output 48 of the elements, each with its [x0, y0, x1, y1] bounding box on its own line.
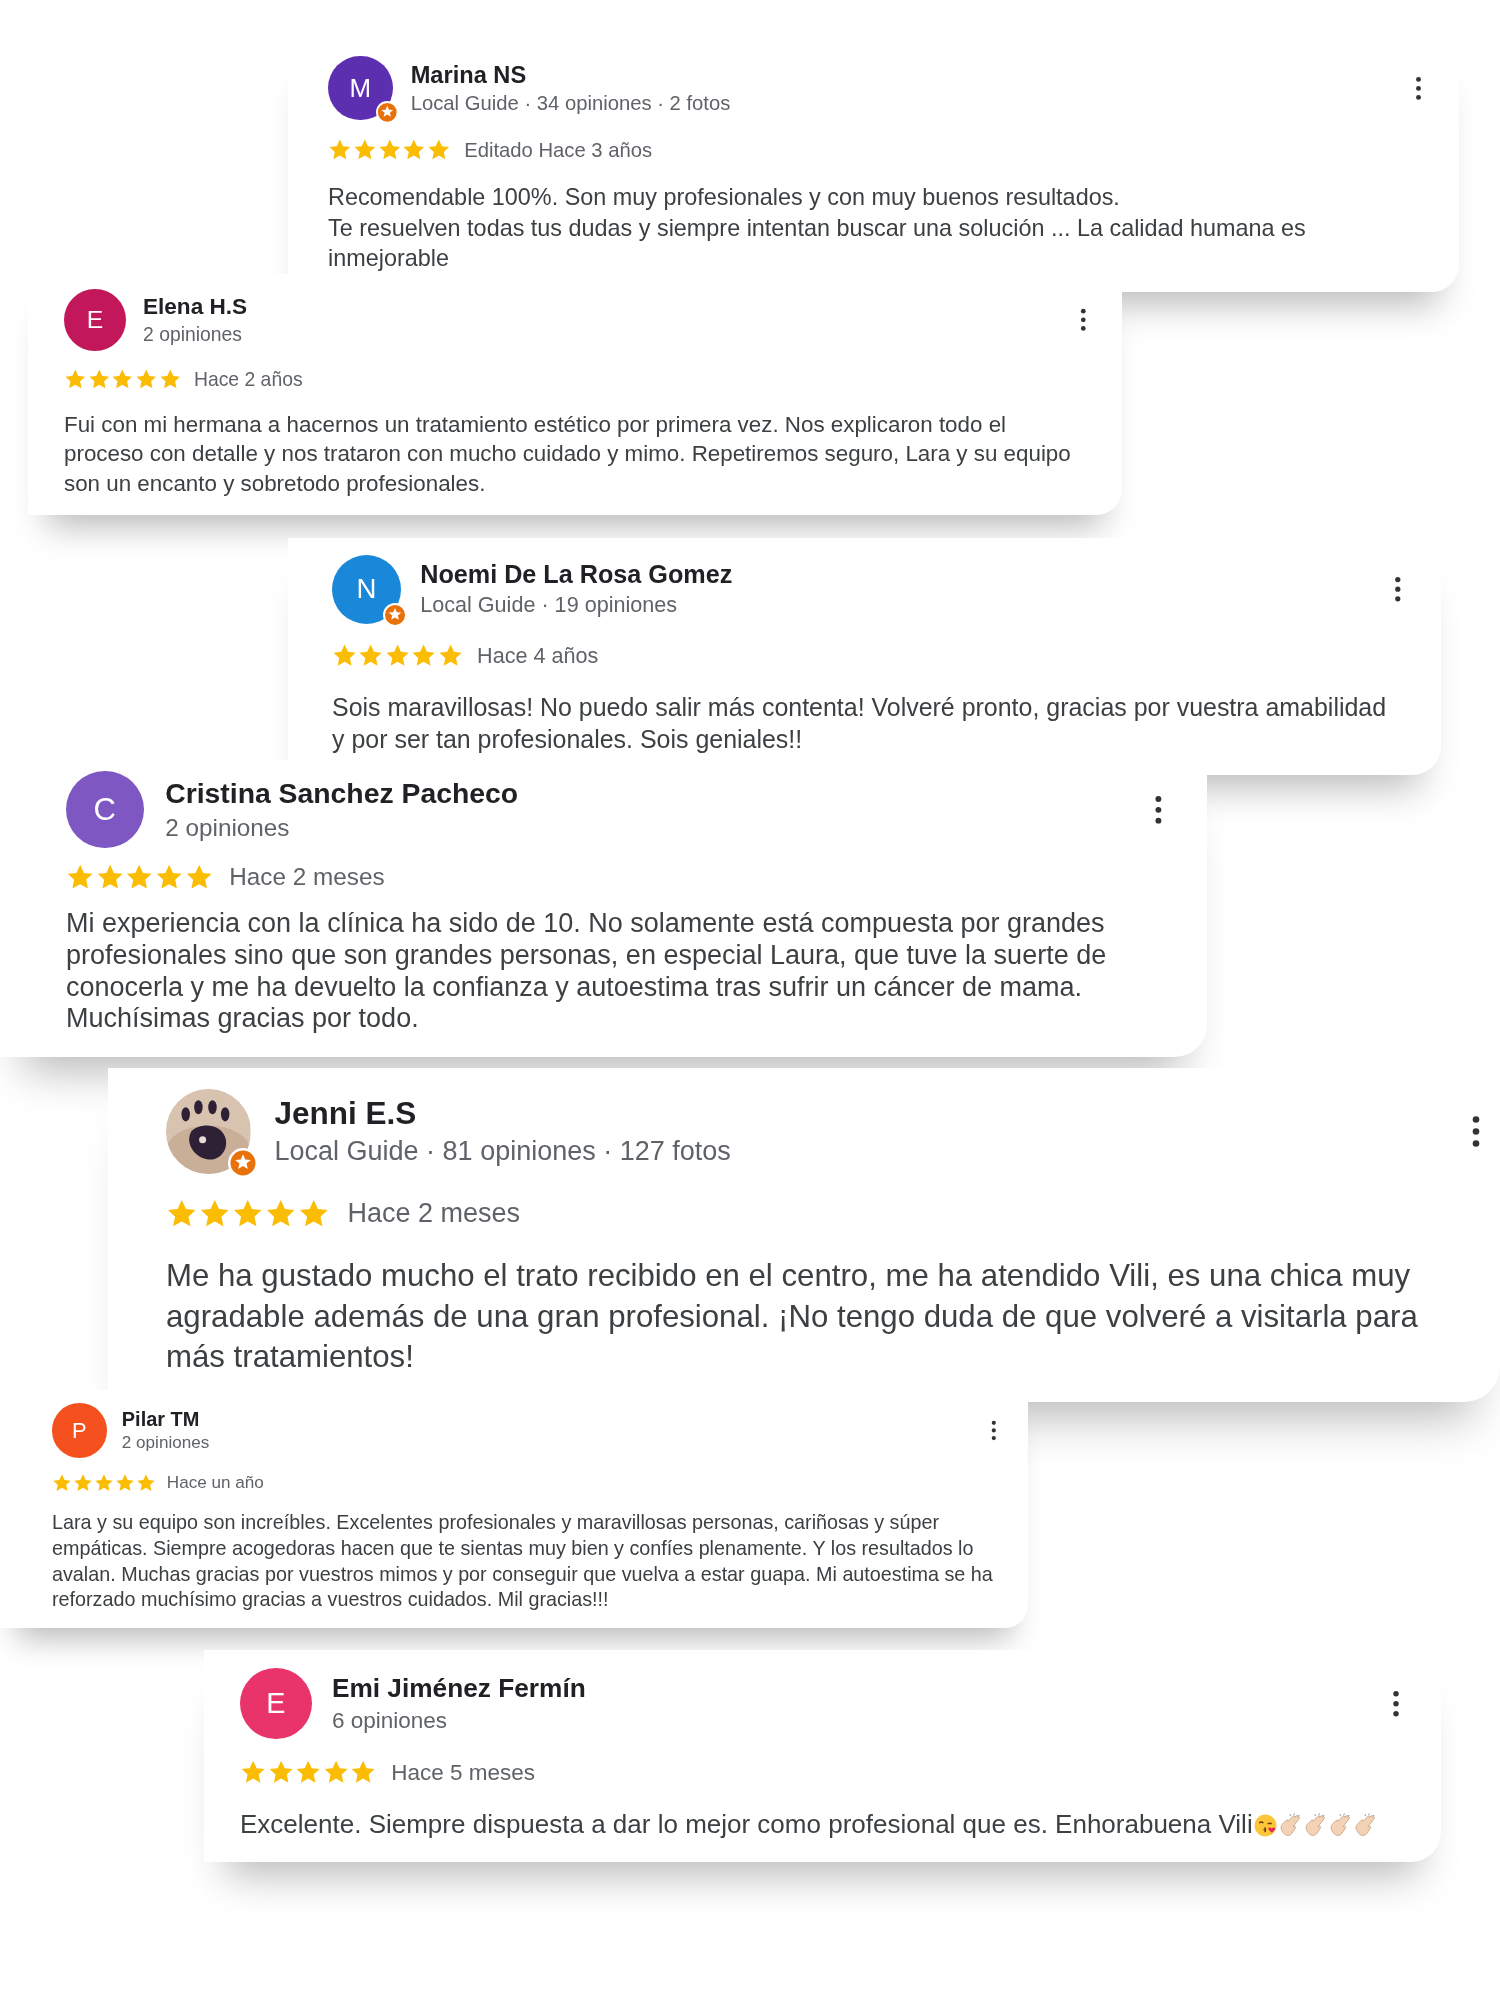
reviewer-name: Emi Jiménez Fermín [331, 1673, 587, 1705]
star-icon [111, 368, 134, 391]
more-options-icon[interactable] [1393, 576, 1403, 603]
star-icon [64, 368, 87, 391]
reviewer-name: Jenni E.S [274, 1095, 418, 1133]
review-text: Lara y su equipo son increíbles. Excelentes profesionales y maravillosas personas, cariñosas y súper empáticas. Siempre acogedoras hacen que te sientas muy bien y confíes plenamente. Y los resultados lo avalan. Muchas gracias por vuestros mimos y por conseguir que vuelva a estar guapa. Mi autoestima se ha reforzado muchísimo gracias a vuestros cuidados. Mil gracias!!! [52, 1510, 994, 1613]
reviewer-info: 2 opiniones [143, 322, 243, 346]
review-date: Hace 2 meses [347, 1197, 521, 1229]
review-text: Te resuelven todas tus dudas y siempre intentan buscar una solución ... La calidad humana es inmejorable [328, 213, 1307, 274]
review-text: Sois maravillosas! No puedo salir más contenta! Volveré pronto, gracias por vuestra amabilidad y por ser tan profesionales. Sois geniales!! [332, 691, 1388, 755]
more-options-icon[interactable] [990, 1420, 998, 1442]
reviewer-name: Marina NS [410, 61, 528, 89]
review-text: Recomendable 100%. Son muy profesionales y con muy buenos resultados. [328, 183, 1121, 213]
kissing-face-icon [1252, 1812, 1278, 1838]
avatar: M [328, 55, 393, 121]
more-options-icon[interactable] [1470, 1114, 1482, 1148]
reviewer-info: Local Guide · 19 opiniones [420, 592, 679, 619]
reviewer-info: 2 opiniones [165, 813, 291, 842]
star-icon [134, 368, 158, 391]
more-options-icon[interactable] [1153, 794, 1164, 825]
avatar: E [240, 1667, 312, 1740]
star-icon [158, 368, 182, 391]
avatar: P [52, 1403, 107, 1458]
more-options-icon[interactable] [1079, 308, 1088, 332]
reviewer-info: 2 opiniones [121, 1433, 211, 1454]
more-options-icon[interactable] [1391, 1689, 1401, 1718]
review-text: Mi experiencia con la clínica ha sido de 10. No solamente está compuesta por grandes profesionales sino que son grandes personas, en especial Laura, que tuve la suerte de conocerla y me ha devuelto la confianza y autoestima tras sufrir un cáncer de mama. Muchísimas gracias por todo. [66, 907, 1108, 1036]
avatar: N [332, 554, 401, 624]
reviewer-name: Cristina Sanchez Pacheco [165, 777, 520, 811]
reviewer-name: Pilar TM [121, 1407, 201, 1431]
avatar: E [64, 289, 126, 351]
review-date: Hace 4 años [477, 643, 599, 669]
reviewer-name: Elena H.S [143, 294, 249, 320]
more-options-icon[interactable] [1414, 75, 1423, 101]
reviewer-info: Local Guide · 81 opiniones · 127 fotos [274, 1136, 732, 1168]
reviewer-info: Local Guide · 34 opiniones · 2 fotos [410, 91, 732, 115]
review-text: Fui con mi hermana a hacernos un tratamiento estético por primera vez. Nos explicaron todo el proceso con detalle y nos trataron con mucho cuidado y mimo. Repetiremos seguro, Lara y su equipo son un encanto y sobretodo profesionales. [64, 411, 1072, 498]
reviewer-name: Noemi De La Rosa Gomez [420, 560, 734, 590]
review-date: Hace 5 meses [391, 1759, 536, 1786]
review-date: Editado Hace 3 años [464, 138, 653, 162]
review-date: Hace un año [166, 1473, 264, 1494]
review-date: Hace 2 años [193, 368, 303, 392]
review-text: Excelente. Siempre dispuesta a dar lo mejor como profesional que es. Enhorabuena Vili [240, 1808, 1253, 1842]
review-date: Hace 2 meses [229, 863, 385, 892]
avatar: C [66, 770, 144, 849]
reviewer-info: 6 opiniones [331, 1707, 448, 1734]
star-icon [87, 368, 111, 391]
review-text: Me ha gustado mucho el trato recibido en el centro, me ha atendido Vili, es una chica muy agradable además de una gran profesional. ¡No tengo duda de que volveré a visitarla para más tratamientos! [166, 1257, 1419, 1377]
